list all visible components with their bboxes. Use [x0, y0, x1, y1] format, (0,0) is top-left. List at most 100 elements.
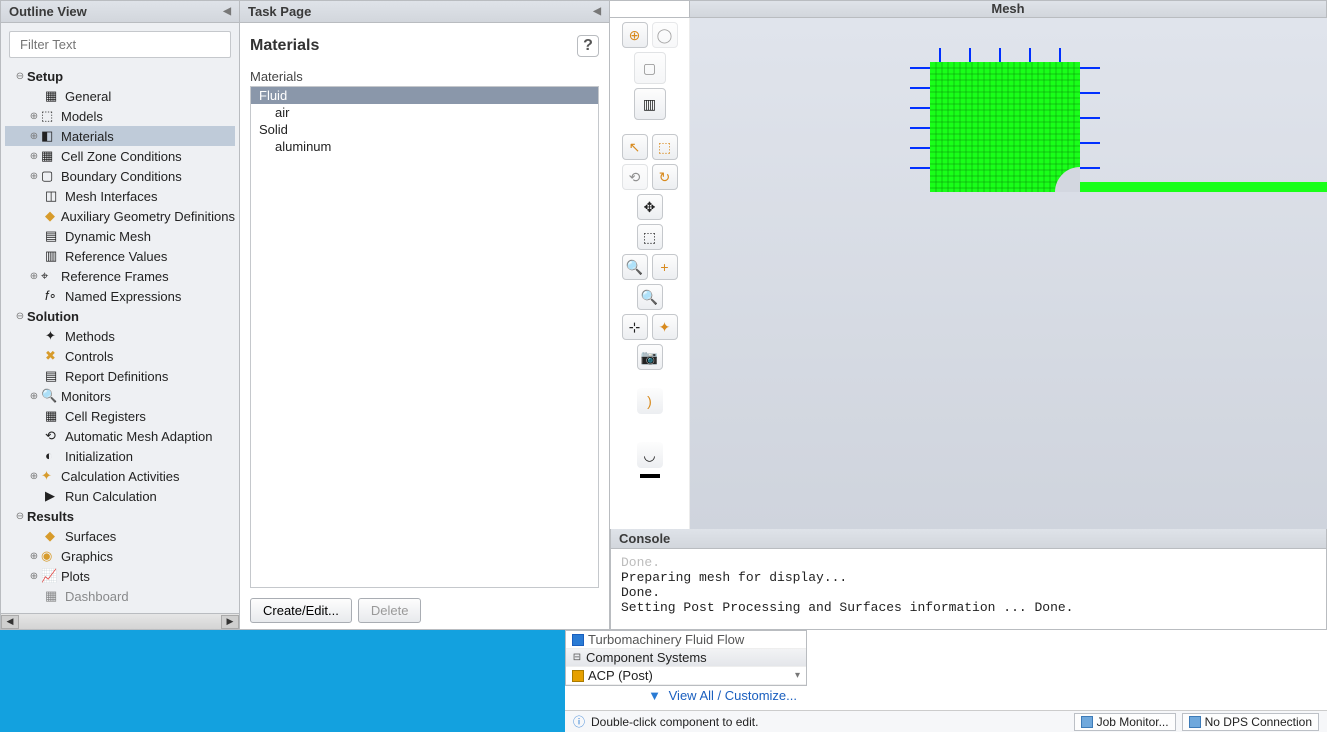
tree-named-expressions[interactable]: f∘Named Expressions [5, 286, 235, 306]
mesh-canvas[interactable]: ⊕ ◯ ▢ ▥ ↖⬚ ⟲↻ ✥ ⬚ 🔍+ 🔍 ⊹✦ 📷 ) [610, 18, 1327, 529]
create-edit-button[interactable]: Create/Edit... [250, 598, 352, 623]
tool-globe-icon[interactable]: ⊕ [622, 22, 648, 48]
console-output[interactable]: Done. Preparing mesh for display... Done… [611, 549, 1326, 629]
materials-icon: ◧ [41, 128, 57, 144]
console-line: Done. [621, 555, 1316, 570]
tree-general[interactable]: ▦General [5, 86, 235, 106]
tree-boundary-conditions[interactable]: ⊕▢Boundary Conditions [5, 166, 235, 186]
tool-pointer-icon[interactable]: ↖ [622, 134, 648, 160]
methods-icon: ✦ [45, 328, 61, 344]
toolbox-tree[interactable]: Turbomachinery Fluid Flow ⊟ Component Sy… [565, 630, 807, 686]
toolbox-acp-post[interactable]: ACP (Post) ▾ [566, 667, 806, 685]
filter-text-box[interactable] [9, 31, 231, 58]
dps-connection-status[interactable]: No DPS Connection [1182, 713, 1319, 731]
tree-results[interactable]: ⊖Results [5, 506, 235, 526]
toolbox-turbo-flow[interactable]: Turbomachinery Fluid Flow [566, 631, 806, 649]
tool-camera-icon[interactable]: 📷 [637, 344, 663, 370]
tool-axes-icon[interactable]: ⊹ [622, 314, 648, 340]
tree-solution[interactable]: ⊖Solution [5, 306, 235, 326]
plus-icon[interactable]: ⊕ [27, 171, 41, 182]
tool-loading-icon[interactable]: ◡ [637, 442, 663, 468]
tree-cell-zone-conditions[interactable]: ⊕▦Cell Zone Conditions [5, 146, 235, 166]
toolbox-component-systems[interactable]: ⊟ Component Systems [566, 649, 806, 667]
tool-probe-icon[interactable]: ✦ [652, 314, 678, 340]
tree-reference-frames[interactable]: ⊕⌖Reference Frames [5, 266, 235, 286]
tool-rotate2-icon[interactable]: ↻ [652, 164, 678, 190]
plus-icon[interactable]: ⊕ [27, 271, 41, 282]
interface-icon: ◫ [45, 188, 61, 204]
plus-icon[interactable]: ⊕ [27, 151, 41, 162]
scroll-left-icon[interactable]: ◀ [1, 615, 19, 629]
tree-reference-values[interactable]: ▥Reference Values [5, 246, 235, 266]
material-solid[interactable]: Solid [251, 121, 598, 138]
tree-methods[interactable]: ✦Methods [5, 326, 235, 346]
materials-listbox[interactable]: Fluid air Solid aluminum [250, 86, 599, 588]
tree-setup[interactable]: ⊖Setup [5, 66, 235, 86]
minus-icon[interactable]: ⊖ [13, 311, 27, 322]
tool-rotate-icon[interactable]: ⟲ [622, 164, 648, 190]
outline-view-panel: Outline View ◀ ⊖Setup ▦General ⊕⬚Models … [0, 0, 240, 630]
tree-report-definitions[interactable]: ▤Report Definitions [5, 366, 235, 386]
tool-select-icon[interactable]: ⬚ [652, 134, 678, 160]
view-all-customize-link[interactable]: View All / Customize... [669, 688, 797, 703]
tree-auto-mesh-adaption[interactable]: ⟲Automatic Mesh Adaption [5, 426, 235, 446]
outline-tree[interactable]: ⊖Setup ▦General ⊕⬚Models ⊕◧Materials ⊕▦C… [1, 66, 239, 613]
tree-graphics[interactable]: ⊕◉Graphics [5, 546, 235, 566]
plus-icon[interactable]: ⊕ [27, 471, 41, 482]
tree-initialization[interactable]: ◐Initialization [5, 446, 235, 466]
minus-icon[interactable]: ⊖ [13, 511, 27, 522]
tree-cell-registers[interactable]: ▦Cell Registers [5, 406, 235, 426]
scroll-right-icon[interactable]: ▶ [221, 615, 239, 629]
tool-zoomfit-icon[interactable]: + [652, 254, 678, 280]
tool-zoombox-icon[interactable]: ⬚ [637, 224, 663, 250]
controls-icon: ✖ [45, 348, 61, 364]
tool-sphere-icon[interactable]: ◯ [652, 22, 678, 48]
fx-icon: f∘ [45, 288, 61, 304]
tree-materials[interactable]: ⊕◧Materials [5, 126, 235, 146]
tree-surfaces[interactable]: ◆Surfaces [5, 526, 235, 546]
outline-hscrollbar[interactable]: ◀ ▶ [1, 613, 239, 629]
tool-more-icon[interactable]: ) [637, 388, 663, 414]
status-bar: ⓘ Double-click component to edit. Job Mo… [565, 710, 1327, 732]
plus-icon[interactable]: ⊕ [27, 391, 41, 402]
plus-icon[interactable]: ⊕ [27, 571, 41, 582]
collapse-left-icon[interactable]: ◀ [223, 6, 231, 17]
tree-run-calculation[interactable]: ▶Run Calculation [5, 486, 235, 506]
help-button[interactable]: ? [577, 35, 599, 57]
tree-aux-geometry[interactable]: ◆Auxiliary Geometry Definitions [5, 206, 235, 226]
tree-dynamic-mesh[interactable]: ▤Dynamic Mesh [5, 226, 235, 246]
delete-button[interactable]: Delete [358, 598, 422, 623]
tool-layers-icon[interactable]: ▥ [634, 88, 666, 120]
graphics-view-area: Mesh ⊕ ◯ ▢ ▥ ↖⬚ ⟲↻ ✥ ⬚ 🔍+ 🔍 [610, 0, 1327, 630]
scroll-down-icon[interactable]: ▾ [795, 670, 800, 681]
tool-pan-icon[interactable]: ✥ [637, 194, 663, 220]
tree-monitors[interactable]: ⊕🔍Monitors [5, 386, 235, 406]
job-monitor-button[interactable]: Job Monitor... [1074, 713, 1176, 731]
tree-plots[interactable]: ⊕📈Plots [5, 566, 235, 586]
tool-zoomin-icon[interactable]: 🔍 [622, 254, 648, 280]
tree-calculation-activities[interactable]: ⊕✦Calculation Activities [5, 466, 235, 486]
plus-icon[interactable]: ⊕ [27, 551, 41, 562]
cube-icon: ⬚ [41, 108, 57, 124]
material-air[interactable]: air [251, 104, 598, 121]
tree-dashboard[interactable]: ▦Dashboard [5, 586, 235, 606]
filter-icon[interactable]: ▼ [648, 688, 661, 703]
plus-icon[interactable]: ⊕ [27, 111, 41, 122]
plus-icon[interactable]: ⊕ [27, 131, 41, 142]
tool-cube-icon[interactable]: ▢ [634, 52, 666, 84]
tree-controls[interactable]: ✖Controls [5, 346, 235, 366]
tool-zoomout-icon[interactable]: 🔍 [637, 284, 663, 310]
material-fluid[interactable]: Fluid [251, 87, 598, 104]
collapse-icon[interactable]: ⊟ [572, 652, 582, 663]
minus-icon[interactable]: ⊖ [13, 71, 27, 82]
task-section-title: Materials [250, 37, 319, 55]
tree-models[interactable]: ⊕⬚Models [5, 106, 235, 126]
filter-text-input[interactable] [18, 36, 222, 53]
collapse-left-icon[interactable]: ◀ [593, 6, 601, 17]
system-icon [572, 634, 584, 646]
mesh-graphic [910, 48, 1327, 298]
mesh-view-title: Mesh [690, 0, 1327, 18]
material-aluminum[interactable]: aluminum [251, 138, 598, 155]
tree-mesh-interfaces[interactable]: ◫Mesh Interfaces [5, 186, 235, 206]
workbench-schematic-area[interactable] [0, 630, 565, 732]
